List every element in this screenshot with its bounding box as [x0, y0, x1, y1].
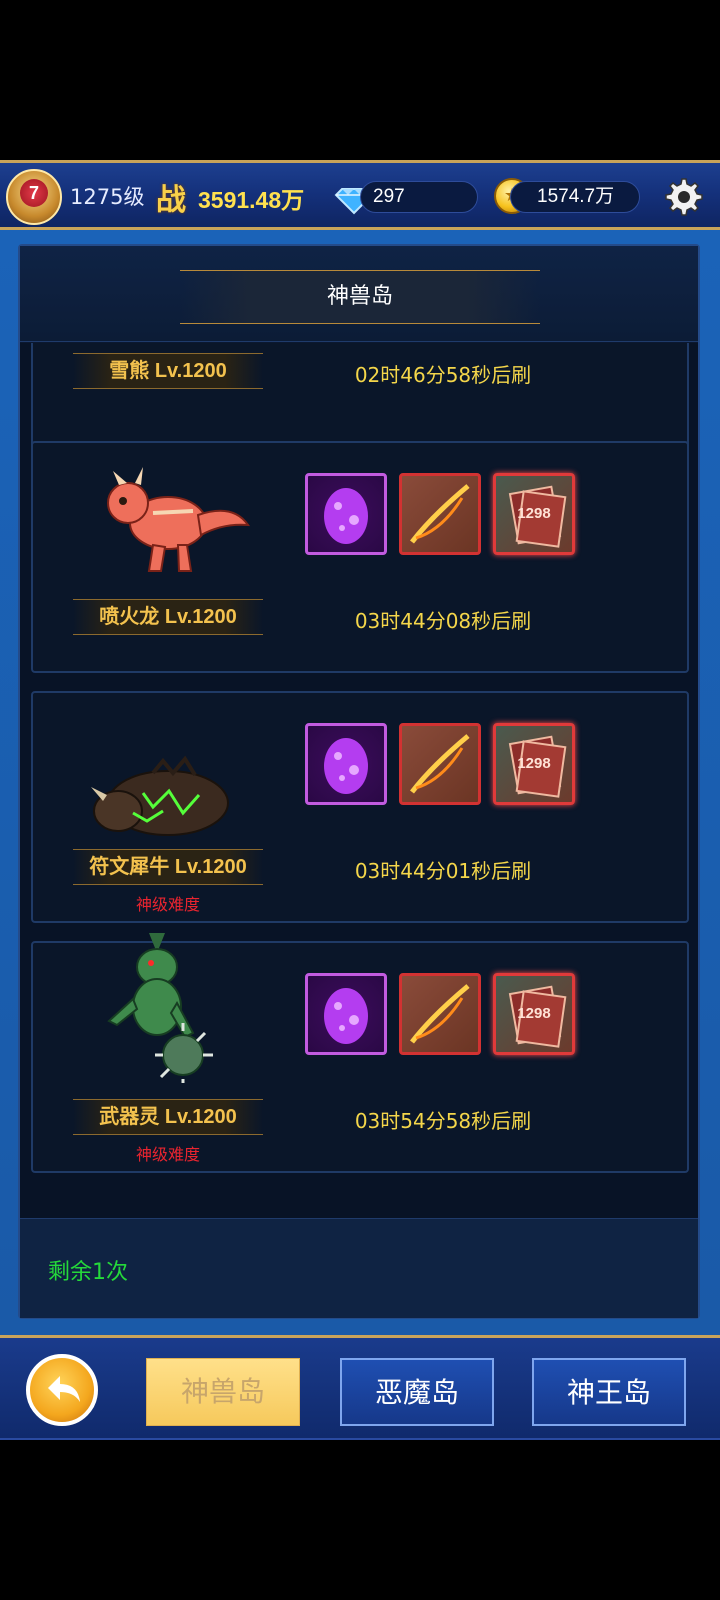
tab-god-king-island[interactable]: 神王岛: [532, 1358, 686, 1426]
difficulty-label: 神级难度: [135, 1145, 200, 1164]
boss-name: 符文犀牛 Lv.1200: [73, 849, 263, 885]
gear-icon[interactable]: [660, 175, 704, 219]
bow-icon[interactable]: [399, 723, 481, 805]
diamond-count[interactable]: 297: [360, 181, 478, 213]
player-level: 1275级: [70, 185, 145, 209]
boss-card[interactable]: 1298 符文犀牛 Lv.1200 03时44分01秒后刷 神级难度: [31, 691, 689, 923]
weapon-spirit-image: [107, 933, 213, 1083]
card-count: 1298: [517, 755, 550, 772]
tab-demon-island[interactable]: 恶魔岛: [340, 1358, 494, 1426]
power-value: 3591.48万: [198, 187, 305, 213]
boss-name: 武器灵 Lv.1200: [73, 1099, 263, 1135]
power-icon: 战: [156, 183, 186, 218]
gold-count[interactable]: 1574.7万: [510, 181, 640, 213]
card-count: 1298: [517, 1005, 550, 1022]
tab-beast-island[interactable]: 神兽岛: [146, 1358, 300, 1426]
vip-badge-icon[interactable]: 7: [6, 169, 62, 225]
rune-rhino-image: [91, 755, 229, 836]
back-arrow-icon: [48, 1376, 80, 1402]
boss-name: 雪熊 Lv.1200: [73, 353, 263, 389]
card-pack-icon[interactable]: 1298: [493, 473, 575, 555]
boss-name: 喷火龙 Lv.1200: [73, 599, 263, 635]
card-count: 1298: [517, 505, 550, 522]
page-title: 神兽岛: [180, 270, 540, 324]
fire-dragon-image: [107, 467, 251, 572]
boss-card[interactable]: 1298 武器灵 Lv.1200 03时54分58秒后刷 神级难度: [31, 933, 689, 1173]
purple-egg-icon[interactable]: [305, 473, 387, 555]
respawn-timer: 03时44分08秒后刷: [354, 609, 532, 633]
purple-egg-icon[interactable]: [305, 973, 387, 1055]
remaining-count: 剩余1次: [48, 1260, 128, 1285]
back-button[interactable]: [26, 1354, 98, 1426]
respawn-timer: 03时54分58秒后刷: [354, 1109, 532, 1133]
difficulty-label: 神级难度: [135, 895, 200, 914]
bow-icon[interactable]: [399, 973, 481, 1055]
boss-card[interactable]: 1298 喷火龙 Lv.1200 03时44分08秒后刷: [31, 441, 689, 673]
vip-level: 7: [20, 179, 48, 207]
top-status-bar: 7 1275级 战 3591.48万 297 ★ 1574.7万: [0, 160, 720, 230]
purple-egg-icon[interactable]: [305, 723, 387, 805]
respawn-timer: 02时46分58秒后刷: [354, 363, 532, 387]
boss-list[interactable]: 雪熊 Lv.1200 02时46分58秒后刷 1298 喷火龙 Lv.1200 …: [20, 343, 698, 1218]
card-pack-icon[interactable]: 1298: [493, 973, 575, 1055]
card-pack-icon[interactable]: 1298: [493, 723, 575, 805]
bow-icon[interactable]: [399, 473, 481, 555]
respawn-timer: 03时44分01秒后刷: [354, 859, 532, 883]
